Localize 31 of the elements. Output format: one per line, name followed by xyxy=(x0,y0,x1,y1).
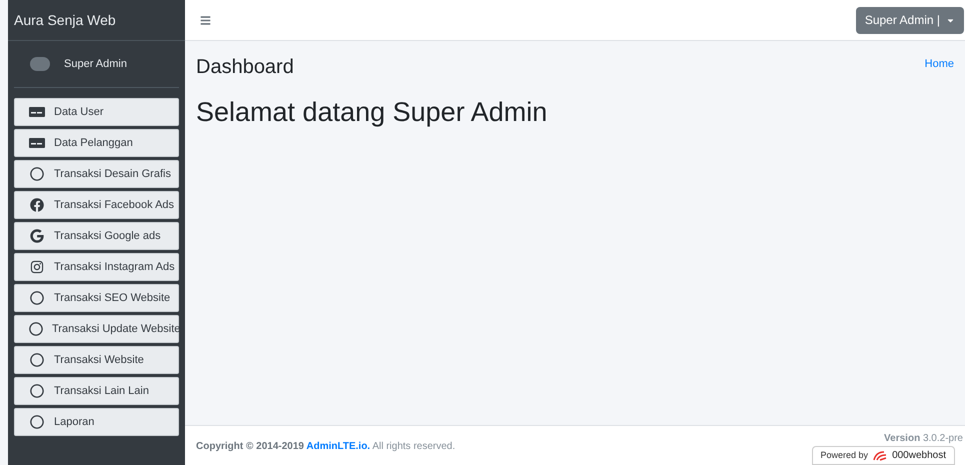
copyright-text: Copyright © 2014-2019 AdminLTE.io. All rights reserved. xyxy=(196,440,456,454)
page-title: Dashboard xyxy=(196,55,294,80)
breadcrumb-link[interactable]: Home xyxy=(924,56,954,72)
swirl-logo-icon xyxy=(872,450,888,462)
google-icon xyxy=(30,229,44,243)
sidebar-item[interactable]: Transaksi Update Website xyxy=(14,315,179,343)
sidebar-item[interactable]: Transaksi Google ads xyxy=(14,222,179,250)
version-text: Version 3.0.2-pre xyxy=(884,432,964,446)
id-card-icon xyxy=(29,138,45,148)
menu-icon[interactable] xyxy=(200,14,211,26)
sidebar-item[interactable]: Transaksi Website xyxy=(14,346,179,374)
sidebar-item[interactable]: Transaksi Desain Grafis xyxy=(14,160,179,188)
sidebar-item[interactable]: Data Pelanggan xyxy=(14,129,179,157)
sidebar-item[interactable]: Laporan xyxy=(14,408,179,436)
sidebar-item[interactable]: Transaksi Lain Lain xyxy=(14,377,179,405)
sidebar-item[interactable]: Transaksi SEO Website xyxy=(14,284,179,312)
adminlte-link[interactable]: AdminLTE.io. xyxy=(306,441,370,452)
user-name[interactable]: Super Admin xyxy=(64,56,127,72)
avatar xyxy=(30,57,50,71)
sidebar-item[interactable]: Data User xyxy=(14,98,179,126)
id-card-icon xyxy=(29,107,45,117)
badge-prefix: Powered by xyxy=(820,448,868,462)
instagram-icon xyxy=(30,260,44,274)
brand-text[interactable]: Aura Senja Web xyxy=(14,10,116,30)
welcome-heading: Selamat datang Super Admin xyxy=(196,96,548,129)
sidebar-item[interactable]: Transaksi Instagram Ads xyxy=(14,253,179,281)
badge-brand: 000webhost xyxy=(892,449,946,463)
sidebar-item[interactable]: Transaksi Facebook Ads xyxy=(14,191,179,219)
user-dropdown-button[interactable]: Super Admin | xyxy=(856,6,964,34)
hosting-badge[interactable]: Powered by 000webhost xyxy=(812,446,955,465)
facebook-icon xyxy=(30,198,44,212)
